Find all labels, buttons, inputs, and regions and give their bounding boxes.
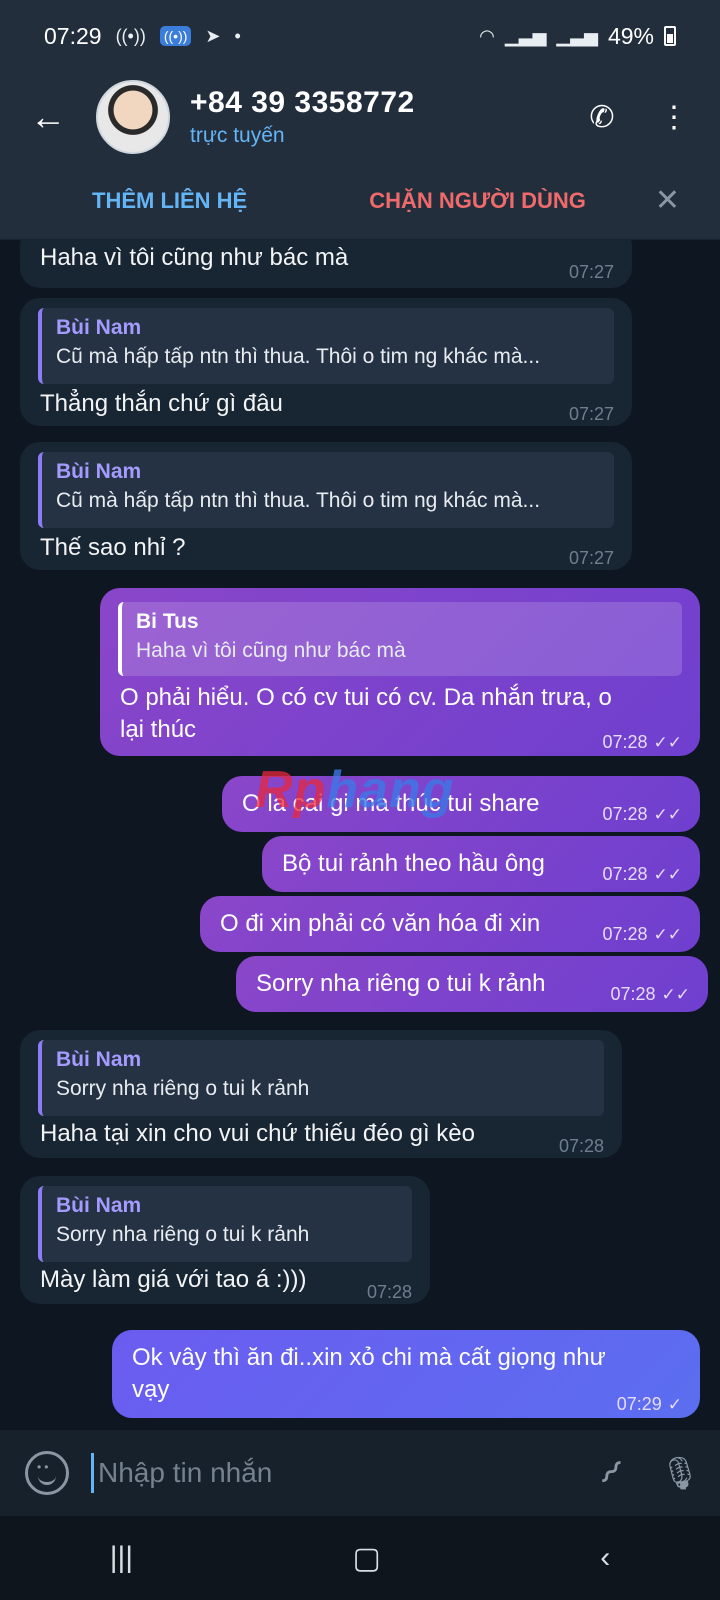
message-outgoing[interactable]: Ok vây thì ăn đi..xin xỏ chi mà cất giọn… [112,1330,700,1418]
message-time-text: 07:28 [610,984,656,1004]
message-incoming[interactable]: Bùi Nam Sorry nha riêng o tui k rảnh Mày… [20,1176,430,1304]
message-text: Sorry nha riêng o tui k rảnh [256,970,546,997]
message-text-line-1: O phải hiểu. O có cv tui có cv. Da nhắn … [120,684,612,711]
battery-percent: 49% [607,22,654,49]
message-text: Haha vì tôi cũng như bác mà [40,244,349,271]
message-time-text: 07:28 [602,804,648,824]
message-outgoing[interactable]: O đi xin phải có văn hóa đi xin 07:28 ✓✓ [200,896,700,952]
sent-tick-icon: ✓ [667,1395,682,1414]
message-text: Bộ tui rảnh theo hầu ông [282,850,545,877]
paperclip-icon[interactable]: ⌇ [575,1438,646,1509]
status-time: 07:29 [44,22,102,49]
message-incoming[interactable]: Haha vì tôi cũng như bác mà 07:27 [20,240,632,288]
telegram-icon: ➤ [205,25,221,46]
chat-header: ← +84 39 3358772 trực tuyến ✆ ⋮ [0,72,720,162]
signal-icon: ▁▃▅ [504,25,547,46]
message-input[interactable] [91,1453,580,1493]
message-time-text: 07:28 [602,924,648,944]
read-ticks-icon: ✓✓ [653,805,683,824]
message-time: 07:28 [366,1282,412,1302]
reply-quote[interactable]: Bùi Nam Cũ mà hấp tấp ntn thì thua. Thôi… [38,308,614,384]
hotspot-icon: ((•)) [115,25,146,46]
battery-icon [664,26,676,46]
phone-icon[interactable]: ✆ [566,72,638,162]
close-icon[interactable]: ✕ [655,183,680,218]
system-nav-bar: ||| ▢ ‹ [0,1516,720,1600]
action-bar: THÊM LIÊN HỆ CHẶN NGƯỜI DÙNG ✕ [0,162,720,240]
message-incoming[interactable]: Bùi Nam Sorry nha riêng o tui k rảnh Hah… [20,1030,622,1158]
message-text-line-2: lại thúc [120,716,197,743]
emoji-icon[interactable] [25,1451,69,1495]
message-time: 07:29 ✓ [617,1388,682,1421]
contact-info[interactable]: +84 39 3358772 trực tuyến [190,86,566,148]
reply-text: Haha vì tôi cũng như bác mà [136,639,406,662]
more-vertical-icon[interactable]: ⋮ [638,72,710,162]
reply-quote[interactable]: Bi Tus Haha vì tôi cũng như bác mà [118,602,682,676]
wifi-icon: ◠ [479,25,495,46]
message-time-text: 07:28 [602,732,648,752]
message-time: 07:28 ✓✓ [602,798,682,831]
message-text: Thẳng thắn chứ gì đâu [40,390,283,417]
message-text: Ok vây thì ăn đi..xin xỏ chi mà cất giọn… [132,1342,606,1406]
reply-quote[interactable]: Bùi Nam Cũ mà hấp tấp ntn thì thua. Thôi… [38,452,614,528]
reply-quote[interactable]: Bùi Nam Sorry nha riêng o tui k rảnh [38,1186,412,1262]
wifi-calling-icon: ((•)) [159,26,192,46]
reply-author: Bùi Nam [56,1194,142,1217]
read-ticks-icon: ✓✓ [653,733,683,752]
reply-text: Cũ mà hấp tấp ntn thì thua. Thôi o tim n… [56,345,541,368]
recent-apps-icon[interactable]: ||| [110,1541,133,1575]
message-list[interactable]: Haha vì tôi cũng như bác mà 07:27 Bùi Na… [0,240,720,1430]
microphone-icon[interactable]: 🎙 [640,1454,720,1492]
message-outgoing[interactable]: Bi Tus Haha vì tôi cũng như bác mà O phả… [100,588,700,756]
message-text-line-2: vạy [132,1376,170,1403]
contact-status: trực tuyến [190,124,285,147]
reply-author: Bùi Nam [56,1048,142,1071]
read-ticks-icon: ✓✓ [653,865,683,884]
message-time: 07:27 [568,404,614,424]
reply-text: Cũ mà hấp tấp ntn thì thua. Thôi o tim n… [56,489,541,512]
message-composer: ⌇ 🎙 [0,1430,720,1516]
watermark-part-2: hang [326,761,455,819]
reply-quote[interactable]: Bùi Nam Sorry nha riêng o tui k rảnh [38,1040,604,1116]
reply-author: Bùi Nam [56,460,142,483]
watermark-logo: Rphang [255,760,455,820]
message-time: 07:27 [568,262,614,282]
read-ticks-icon: ✓✓ [653,925,683,944]
message-time-text: 07:28 [602,864,648,884]
message-outgoing[interactable]: Sorry nha riêng o tui k rảnh 07:28 ✓✓ [236,956,708,1012]
message-text: Thế sao nhỉ ? [40,534,186,561]
arrow-left-icon[interactable]: ← [0,72,96,162]
notification-dot-icon: • [234,25,241,46]
reply-text: Sorry nha riêng o tui k rảnh [56,1077,310,1100]
status-bar: 07:29 ((•)) ((•)) ➤ • ◠ ▁▃▅ ▁▃▅ 49% [0,0,720,72]
message-time: 07:28 ✓✓ [610,978,690,1011]
message-text-line-1: Ok vây thì ăn đi..xin xỏ chi mà cất giọn… [132,1344,606,1371]
signal-icon-2: ▁▃▅ [556,25,598,46]
contact-name: +84 39 3358772 [190,86,415,119]
message-time: 07:28 ✓✓ [602,918,682,951]
message-time: 07:28 ✓✓ [602,858,682,891]
message-text: Mày làm giá với tao á :))) [40,1266,307,1293]
message-text: Haha tại xin cho vui chứ thiếu đéo gì kè… [40,1120,475,1147]
watermark-part-1: Rp [255,761,327,819]
message-time-text: 07:29 [616,1394,662,1414]
message-incoming[interactable]: Bùi Nam Cũ mà hấp tấp ntn thì thua. Thôi… [20,442,632,570]
read-ticks-icon: ✓✓ [661,985,691,1004]
back-nav-icon[interactable]: ‹ [600,1541,610,1575]
message-time: 07:27 [568,548,614,568]
message-text: O phải hiểu. O có cv tui có cv. Da nhắn … [120,682,612,746]
message-text: O đi xin phải có văn hóa đi xin [220,910,541,937]
reply-author: Bùi Nam [56,316,142,339]
block-user-button[interactable]: CHẶN NGƯỜI DÙNG [369,188,586,214]
home-icon[interactable]: ▢ [353,1541,381,1576]
reply-author: Bi Tus [136,610,199,633]
message-outgoing[interactable]: Bộ tui rảnh theo hầu ông 07:28 ✓✓ [262,836,700,892]
message-time: 07:28 [558,1136,604,1156]
avatar[interactable] [96,80,170,154]
message-time: 07:28 ✓✓ [602,726,682,759]
add-contact-button[interactable]: THÊM LIÊN HỆ [92,188,247,214]
reply-text: Sorry nha riêng o tui k rảnh [56,1223,310,1246]
message-incoming[interactable]: Bùi Nam Cũ mà hấp tấp ntn thì thua. Thôi… [20,298,632,426]
